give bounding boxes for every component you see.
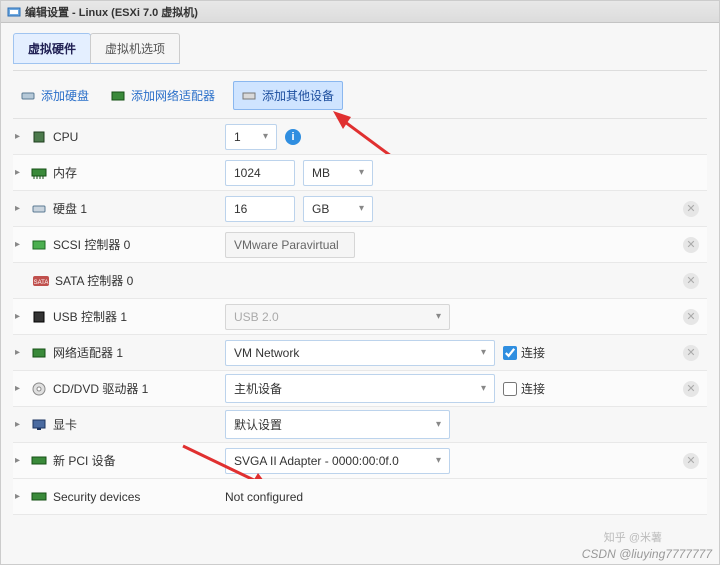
expand-icon[interactable]: ▸ <box>15 239 25 250</box>
titlebar: 编辑设置 - Linux (ESXi 7.0 虚拟机) <box>1 1 719 23</box>
expand-icon[interactable]: ▸ <box>15 131 25 142</box>
video-icon <box>31 418 47 432</box>
tab-bar: 虚拟硬件 虚拟机选项 <box>13 33 707 64</box>
row-cd1: ▸ CD/DVD 驱动器 1 主机设备▾ 连接 ✕ <box>13 371 707 407</box>
watermark: 知乎 @米薯 <box>604 529 662 545</box>
expand-icon[interactable]: ▸ <box>15 347 25 358</box>
pci-device-select[interactable]: SVGA II Adapter - 0000:00:0f.0▾ <box>225 448 450 474</box>
nic-connect-checkbox[interactable]: 连接 <box>503 344 545 361</box>
memory-unit-select[interactable]: MB▾ <box>303 160 373 186</box>
row-memory: ▸ 内存 MB▾ <box>13 155 707 191</box>
disk-unit-select[interactable]: GB▾ <box>303 196 373 222</box>
remove-button[interactable]: ✕ <box>683 381 699 397</box>
remove-button[interactable]: ✕ <box>683 237 699 253</box>
disk-icon <box>31 202 47 216</box>
row-disk1: ▸ 硬盘 1 GB▾ ✕ <box>13 191 707 227</box>
remove-button[interactable]: ✕ <box>683 273 699 289</box>
disk-icon <box>21 89 35 103</box>
expand-icon[interactable]: ▸ <box>15 455 25 466</box>
add-disk-button[interactable]: 添加硬盘 <box>17 81 93 110</box>
cpu-icon <box>31 130 47 144</box>
expand-icon[interactable]: ▸ <box>15 419 25 430</box>
row-usb1: ▸ USB 控制器 1 USB 2.0▾ ✕ <box>13 299 707 335</box>
tab-hardware[interactable]: 虚拟硬件 <box>13 33 91 64</box>
security-value: Not configured <box>225 490 303 504</box>
row-video: ▸ 显卡 默认设置▾ <box>13 407 707 443</box>
expand-icon[interactable]: ▸ <box>15 311 25 322</box>
cd-connect-checkbox[interactable]: 连接 <box>503 380 545 397</box>
cd-icon <box>31 382 47 396</box>
device-icon <box>242 89 256 103</box>
row-cpu: ▸ CPU 1▾ i <box>13 119 707 155</box>
hardware-grid: ▸ CPU 1▾ i ▸ 内存 MB▾ ▸ <box>13 118 707 515</box>
video-settings-select[interactable]: 默认设置▾ <box>225 410 450 439</box>
info-icon[interactable]: i <box>285 129 301 145</box>
nic-icon <box>111 89 125 103</box>
nic-network-select[interactable]: VM Network▾ <box>225 340 495 366</box>
expand-icon[interactable]: ▸ <box>15 383 25 394</box>
disk-size-input[interactable] <box>225 196 295 222</box>
cd-source-select[interactable]: 主机设备▾ <box>225 374 495 403</box>
window-title: 编辑设置 - Linux (ESXi 7.0 虚拟机) <box>25 4 198 20</box>
remove-button[interactable]: ✕ <box>683 345 699 361</box>
expand-icon[interactable]: ▸ <box>15 167 25 178</box>
usb-icon <box>31 310 47 324</box>
tab-vm-options[interactable]: 虚拟机选项 <box>90 33 180 64</box>
pci-icon <box>31 454 47 468</box>
cpu-count-select[interactable]: 1▾ <box>225 124 277 150</box>
row-new-pci: ▸ 新 PCI 设备 SVGA II Adapter - 0000:00:0f.… <box>13 443 707 479</box>
usb-type-select: USB 2.0▾ <box>225 304 450 330</box>
scsi-value: VMware Paravirtual <box>225 232 355 258</box>
sata-icon: SATA <box>33 274 49 288</box>
scsi-icon <box>31 238 47 252</box>
row-scsi0: ▸ SCSI 控制器 0 VMware Paravirtual ✕ <box>13 227 707 263</box>
row-security: ▸ Security devices Not configured <box>13 479 707 515</box>
memory-icon <box>31 166 47 180</box>
row-sata0: SATA SATA 控制器 0 ✕ <box>13 263 707 299</box>
expand-icon[interactable]: ▸ <box>15 491 25 502</box>
window-icon <box>7 5 21 19</box>
row-nic1: ▸ 网络适配器 1 VM Network▾ 连接 ✕ <box>13 335 707 371</box>
watermark: CSDN @liuying7777777 <box>582 547 712 561</box>
expand-icon[interactable]: ▸ <box>15 203 25 214</box>
security-icon <box>31 490 47 504</box>
memory-size-input[interactable] <box>225 160 295 186</box>
nic-icon <box>31 346 47 360</box>
toolbar: 添加硬盘 添加网络适配器 添加其他设备 <box>13 70 707 118</box>
remove-button[interactable]: ✕ <box>683 309 699 325</box>
remove-button[interactable]: ✕ <box>683 453 699 469</box>
add-nic-button[interactable]: 添加网络适配器 <box>107 81 219 110</box>
add-other-device-button[interactable]: 添加其他设备 <box>233 81 343 110</box>
remove-button[interactable]: ✕ <box>683 201 699 217</box>
svg-text:SATA: SATA <box>34 280 49 286</box>
